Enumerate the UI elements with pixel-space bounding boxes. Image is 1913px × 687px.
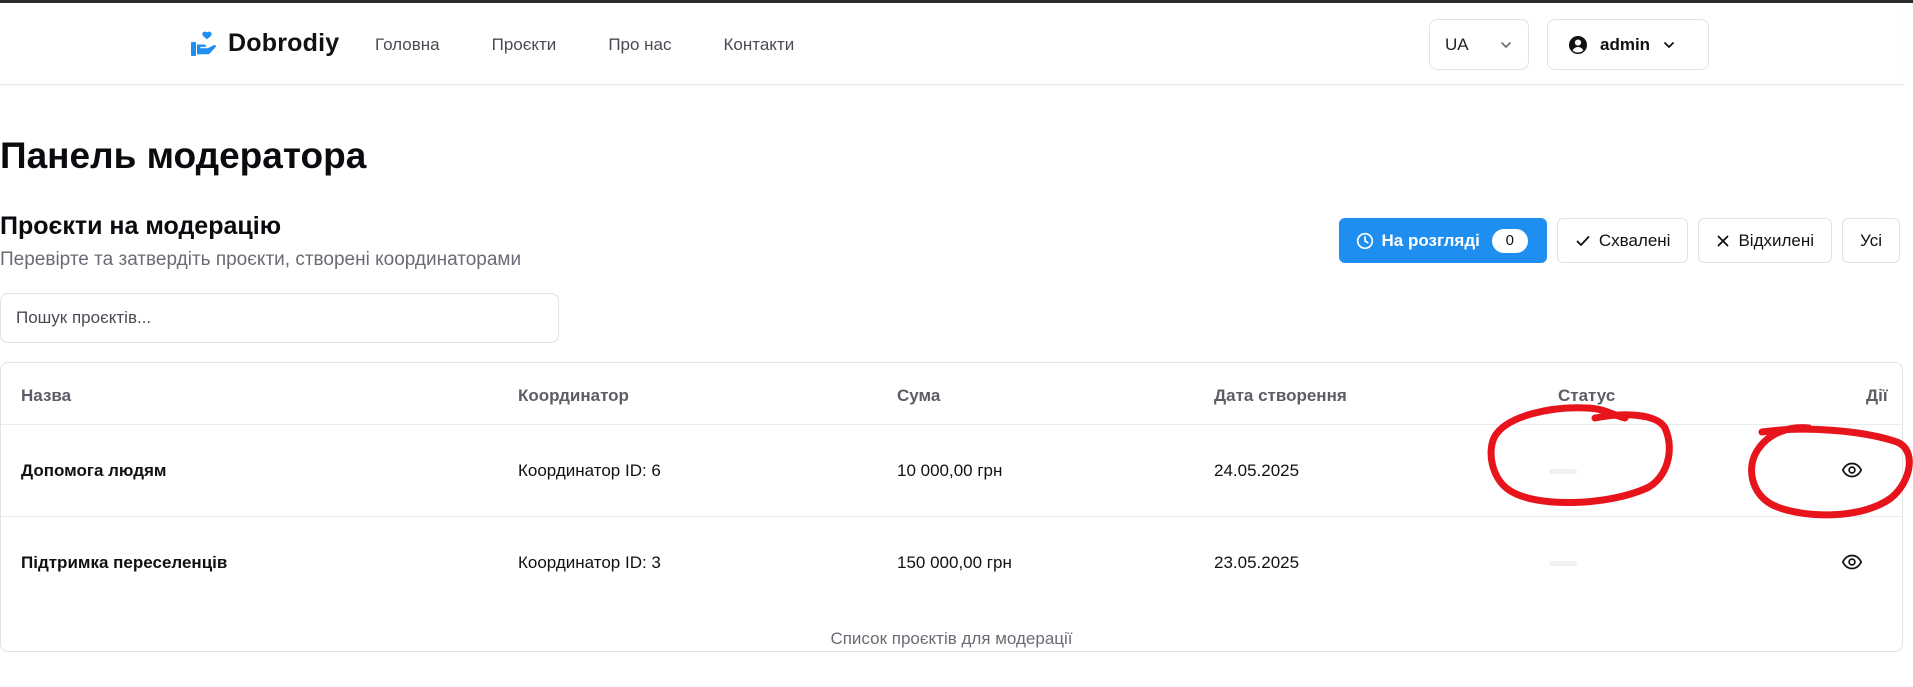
filter-all-button[interactable]: Усі	[1842, 218, 1900, 263]
column-header-name: Назва	[21, 386, 72, 405]
nav-link-projects[interactable]: Проєкти	[492, 35, 557, 55]
brand-logo[interactable]: Dobrodiy	[190, 29, 339, 58]
filter-all-label: Усі	[1860, 230, 1882, 250]
page-title: Панель модератора	[0, 135, 367, 176]
filter-pending-label: На розгляді	[1381, 230, 1480, 250]
table-caption: Список проєктів для модерації	[830, 629, 1073, 648]
column-header-amount: Сума	[897, 386, 941, 405]
filter-pending-button[interactable]: На розгляді 0	[1338, 218, 1547, 263]
user-circle-icon	[1569, 35, 1587, 54]
nav-link-about[interactable]: Про нас	[608, 35, 671, 55]
nav-link-home[interactable]: Головна	[375, 35, 440, 55]
language-value: UA	[1445, 34, 1469, 54]
project-amount: 10 000,00 грн	[897, 461, 1003, 480]
project-name: Підтримка переселенців	[21, 553, 228, 572]
pending-count-badge: 0	[1491, 228, 1528, 253]
project-name: Допомога людям	[21, 461, 167, 480]
filter-approved-label: Схвалені	[1598, 230, 1671, 250]
column-header-status: Статус	[1558, 386, 1616, 405]
user-menu-button[interactable]: admin	[1547, 19, 1709, 70]
status-badge	[1549, 561, 1577, 566]
language-select[interactable]: UA	[1429, 19, 1529, 70]
close-icon	[1718, 235, 1729, 246]
check-icon	[1576, 235, 1590, 246]
eye-icon	[1841, 554, 1863, 570]
eye-icon	[1841, 462, 1863, 478]
projects-table: Назва Координатор Сума Дата створення Ст…	[0, 362, 1903, 652]
filter-approved-button[interactable]: Схвалені	[1556, 218, 1689, 263]
status-filters: На розгляді 0 Схвалені Відхилені Усі	[1338, 218, 1900, 263]
project-coordinator: Координатор ID: 3	[518, 553, 661, 572]
table-row: Підтримка переселенців Координатор ID: 3…	[1, 517, 1902, 609]
chevron-down-icon	[1501, 41, 1511, 48]
clock-icon	[1356, 232, 1373, 249]
user-name: admin	[1600, 34, 1651, 54]
table-row: Допомога людям Координатор ID: 6 10 000,…	[1, 425, 1902, 517]
project-created-date: 24.05.2025	[1214, 461, 1300, 480]
project-coordinator: Координатор ID: 6	[518, 461, 661, 480]
heart-hand-icon	[191, 31, 216, 56]
column-header-created: Дата створення	[1214, 386, 1347, 405]
view-project-button[interactable]	[1839, 549, 1865, 575]
project-created-date: 23.05.2025	[1214, 553, 1300, 572]
nav-link-contacts[interactable]: Контакти	[724, 35, 795, 55]
navbar: Dobrodiy Головна Проєкти Про нас Контакт…	[0, 3, 1903, 85]
view-project-button[interactable]	[1839, 457, 1865, 483]
status-badge	[1549, 469, 1577, 474]
search-input[interactable]	[0, 293, 559, 343]
filter-rejected-button[interactable]: Відхилені	[1698, 218, 1833, 263]
table-header: Назва Координатор Сума Дата створення Ст…	[1, 363, 1902, 425]
filter-rejected-label: Відхилені	[1738, 230, 1815, 250]
section-title: Проєкти на модерацію	[0, 212, 282, 240]
project-amount: 150 000,00 грн	[897, 553, 1012, 572]
main-nav: Головна Проєкти Про нас Контакти	[375, 35, 794, 55]
section-subtitle: Перевірте та затвердіть проєкти, створен…	[0, 249, 522, 270]
column-header-coordinator: Координатор	[518, 386, 629, 405]
column-header-actions: Дії	[1866, 386, 1888, 405]
chevron-down-icon	[1664, 41, 1674, 48]
brand-name: Dobrodiy	[228, 29, 340, 57]
